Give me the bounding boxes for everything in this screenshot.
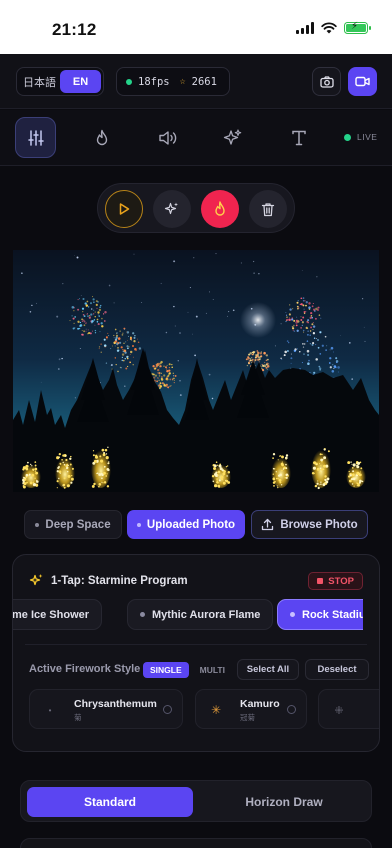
stop-icon <box>317 578 324 584</box>
tab-flame[interactable] <box>81 117 122 158</box>
lang-ja-button[interactable]: 日本語 <box>19 70 60 93</box>
photo-preview[interactable] <box>13 250 379 492</box>
program-chip-dot <box>140 612 145 617</box>
program-title: 1-Tap: Starmine Program <box>51 574 188 587</box>
next-panel-edge <box>20 838 372 848</box>
deselect-button[interactable]: Deselect <box>305 659 369 680</box>
style-name: Kamuro <box>240 698 280 710</box>
battery-icon: ⚡ <box>344 21 371 34</box>
program-chips: me Ice Shower Mythic Aurora Flame Rock S… <box>13 598 363 632</box>
select-all-button[interactable]: Select All <box>237 659 299 680</box>
deep-space-button[interactable]: Deep Space <box>24 510 122 539</box>
style-list: • Chrysanthemum 菊 ✳ Kamuro 冠菊 ⁜ <box>13 689 379 731</box>
style-subtitle: 冠菊 <box>240 713 255 722</box>
style-radio[interactable] <box>287 705 296 714</box>
style-icon: ⁜ <box>334 704 344 717</box>
sound-icon <box>158 130 176 145</box>
launch-firework-button[interactable] <box>201 190 239 228</box>
deep-space-label: Deep Space <box>45 518 111 531</box>
particle-count: 2661 <box>191 75 217 88</box>
top-bar: 日本語 EN 18fps ☆ 2661 <box>0 54 392 109</box>
style-label: Active Firework Style <box>29 663 141 675</box>
trash-icon <box>261 202 275 216</box>
style-name: Chrysanthemum <box>74 698 157 710</box>
stop-label: STOP <box>328 575 354 587</box>
style-card-partial[interactable]: ⁜ <box>318 689 379 729</box>
program-header: 1-Tap: Starmine Program <box>29 573 188 588</box>
kamuro-icon: ✳ <box>210 703 222 717</box>
tab-standard[interactable]: Standard <box>27 787 193 817</box>
status-bar: 21:12 ⚡ <box>0 0 392 54</box>
uploaded-photo-button[interactable]: Uploaded Photo <box>127 510 245 539</box>
mode-tabs: Standard Horizon Draw <box>20 780 372 822</box>
style-card-kamuro[interactable]: ✳ Kamuro 冠菊 <box>195 689 307 729</box>
browse-photo-label: Browse Photo <box>280 518 358 531</box>
live-dot <box>344 133 351 141</box>
status-time: 21:12 <box>52 20 97 39</box>
camera-icon <box>319 75 334 88</box>
multi-mode-button[interactable]: MULTI <box>193 662 232 678</box>
performance-stats: 18fps ☆ 2661 <box>116 67 230 96</box>
tab-adjustments[interactable] <box>15 117 56 158</box>
upload-icon <box>262 518 274 531</box>
lang-en-button[interactable]: EN <box>60 70 101 93</box>
program-chip[interactable]: Mythic Aurora Flame <box>127 599 274 630</box>
sparkle-button[interactable] <box>153 190 191 228</box>
record-video-button[interactable] <box>348 67 377 96</box>
wifi-icon <box>321 22 337 34</box>
single-mode-button[interactable]: SINGLE <box>143 662 189 678</box>
fps-value: 18fps <box>138 75 170 88</box>
divider <box>25 644 367 645</box>
program-chip-dot <box>290 612 295 617</box>
uploaded-photo-label: Uploaded Photo <box>146 518 236 531</box>
program-chip[interactable]: me Ice Shower <box>13 599 103 630</box>
signal-icon <box>296 22 314 34</box>
style-controls: Active Firework Style SINGLE MULTI Selec… <box>29 659 369 681</box>
tab-effects[interactable] <box>212 117 253 158</box>
style-radio[interactable] <box>163 705 172 714</box>
program-chip-label: Mythic Aurora Flame <box>152 608 261 621</box>
clear-button[interactable] <box>249 190 287 228</box>
play-icon <box>119 203 130 215</box>
sparkles-icon <box>29 574 43 586</box>
program-chip-active[interactable]: Rock Stadiu <box>277 599 363 630</box>
style-card-chrysanthemum[interactable]: • Chrysanthemum 菊 <box>29 689 183 729</box>
fire-icon <box>215 201 225 216</box>
tab-sound[interactable] <box>147 117 188 158</box>
video-icon <box>355 76 370 87</box>
tab-horizon-draw[interactable]: Horizon Draw <box>201 787 367 817</box>
fireworks-scene <box>13 250 379 492</box>
stop-button[interactable]: STOP <box>308 572 363 590</box>
camera-button[interactable] <box>312 67 341 96</box>
program-card: 1-Tap: Starmine Program STOP me Ice Show… <box>12 554 380 752</box>
fps-status-dot <box>126 78 132 85</box>
mode-toggle: SINGLE MULTI <box>143 662 232 678</box>
sparkles-icon <box>223 128 241 145</box>
chrysanthemum-icon: • <box>48 705 52 715</box>
language-toggle: 日本語 EN <box>16 67 104 96</box>
star-icon: ☆ <box>179 76 186 87</box>
status-icons: ⚡ <box>296 21 371 34</box>
sparkle-icon <box>164 202 178 215</box>
text-icon <box>291 130 306 145</box>
live-indicator: LIVE <box>344 132 377 142</box>
style-subtitle: 菊 <box>74 713 82 722</box>
tab-text[interactable] <box>278 117 319 158</box>
program-chip-label: Rock Stadiu <box>302 608 363 621</box>
playback-controls <box>97 183 295 233</box>
sliders-icon <box>27 129 44 146</box>
deep-space-dot <box>35 522 40 527</box>
live-label: LIVE <box>357 132 378 142</box>
program-chip-label: me Ice Shower <box>13 608 90 621</box>
browse-photo-button[interactable]: Browse Photo <box>251 510 368 539</box>
play-button[interactable] <box>105 190 143 228</box>
tool-bar: LIVE <box>0 110 392 166</box>
flame-icon <box>96 129 107 145</box>
uploaded-dot <box>136 522 141 527</box>
